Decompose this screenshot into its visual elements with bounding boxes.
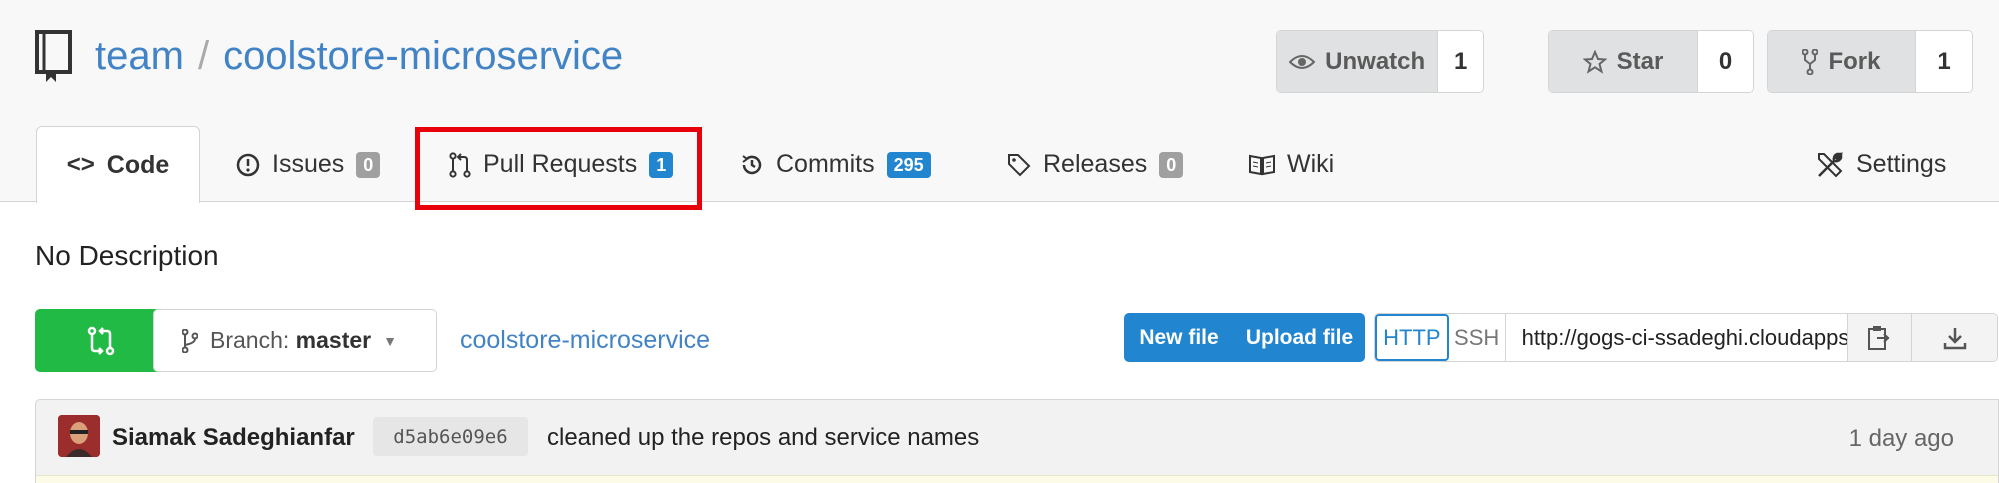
clone-url-group: HTTP SSH http://gogs-ci-ssadeghi.cloudap… [1374,313,1998,362]
tab-wiki[interactable]: Wiki [1249,126,1334,203]
title-separator: / [197,34,210,78]
fork-label: Fork [1828,47,1881,75]
compare-button[interactable] [35,309,167,372]
pull-requests-highlight [415,127,702,210]
repo-name-link[interactable]: coolstore-microservice [223,34,623,78]
repo-path-link[interactable]: coolstore-microservice [460,326,710,355]
clone-url-input[interactable]: http://gogs-ci-ssadeghi.cloudapps [1506,314,1848,361]
tab-commits-label: Commits [776,150,875,178]
commit-message[interactable]: cleaned up the repos and service names [547,424,979,452]
download-button[interactable] [1912,314,1997,361]
watch-button-group: Unwatch 1 [1276,30,1484,93]
eye-icon [1289,54,1316,69]
issues-count-badge: 0 [356,151,381,178]
branch-name: master [295,327,372,353]
fork-icon [1802,48,1819,75]
branch-label: Branch: master [210,327,372,353]
history-icon [742,154,762,174]
tab-code[interactable]: <> Code [36,126,200,203]
tab-issues[interactable]: Issues 0 [236,126,381,203]
commits-count-badge: 295 [886,151,931,178]
fork-count[interactable]: 1 [1916,31,1972,92]
commit-sha[interactable]: d5ab6e09e6 [373,417,528,456]
star-icon [1582,49,1607,74]
watch-count[interactable]: 1 [1438,31,1483,92]
tab-settings[interactable]: Settings [1816,126,1946,203]
repo-book-icon [35,30,72,82]
file-list-header-strip [36,475,1998,483]
download-icon [1943,327,1966,349]
chevron-down-icon: ▼ [383,332,397,349]
file-actions-group: New file Upload file [1124,313,1365,362]
releases-count-badge: 0 [1159,151,1184,178]
upload-file-button[interactable]: Upload file [1234,313,1365,362]
copy-url-button[interactable] [1847,314,1913,361]
tab-settings-label: Settings [1856,150,1947,178]
avatar[interactable] [58,415,100,457]
fork-button-group: Fork 1 [1767,30,1973,93]
branch-selector[interactable]: Branch: master ▼ [153,309,437,372]
star-button[interactable]: Star [1549,31,1698,92]
fork-button[interactable]: Fork [1768,31,1916,92]
tab-wiki-label: Wiki [1287,150,1335,178]
unwatch-label: Unwatch [1325,47,1426,75]
issue-icon [236,153,260,176]
tab-releases-label: Releases [1043,150,1148,178]
new-file-button[interactable]: New file [1124,313,1234,362]
unwatch-button[interactable]: Unwatch [1277,31,1439,92]
star-button-group: Star 0 [1548,30,1754,93]
star-label: Star [1616,47,1664,75]
repo-owner-link[interactable]: team [95,34,184,78]
tools-icon [1818,151,1844,177]
star-count[interactable]: 0 [1698,31,1753,92]
tab-releases[interactable]: Releases 0 [1007,126,1184,203]
latest-commit-bar: Siamak Sadeghianfar d5ab6e09e6 cleaned u… [35,399,1999,483]
repo-title: team / coolstore-microservice [95,34,623,79]
book-icon [1249,154,1275,175]
avatar-image [58,415,100,457]
ssh-clone-button[interactable]: SSH [1449,314,1506,361]
compare-icon [87,326,115,355]
commit-time: 1 day ago [1848,425,1954,452]
tab-issues-label: Issues [272,150,345,178]
repo-header: team / coolstore-microservice Unwatch 1 St… [0,0,1999,203]
code-icon: <> [66,151,95,178]
tag-icon [1008,153,1031,176]
http-clone-button[interactable]: HTTP [1375,314,1449,361]
tab-code-label: Code [106,150,170,179]
tab-commits[interactable]: Commits 295 [740,126,931,203]
repo-description: No Description [35,240,219,271]
branch-icon [182,328,198,353]
commit-author[interactable]: Siamak Sadeghianfar [112,424,355,452]
clipboard-icon [1868,325,1890,350]
